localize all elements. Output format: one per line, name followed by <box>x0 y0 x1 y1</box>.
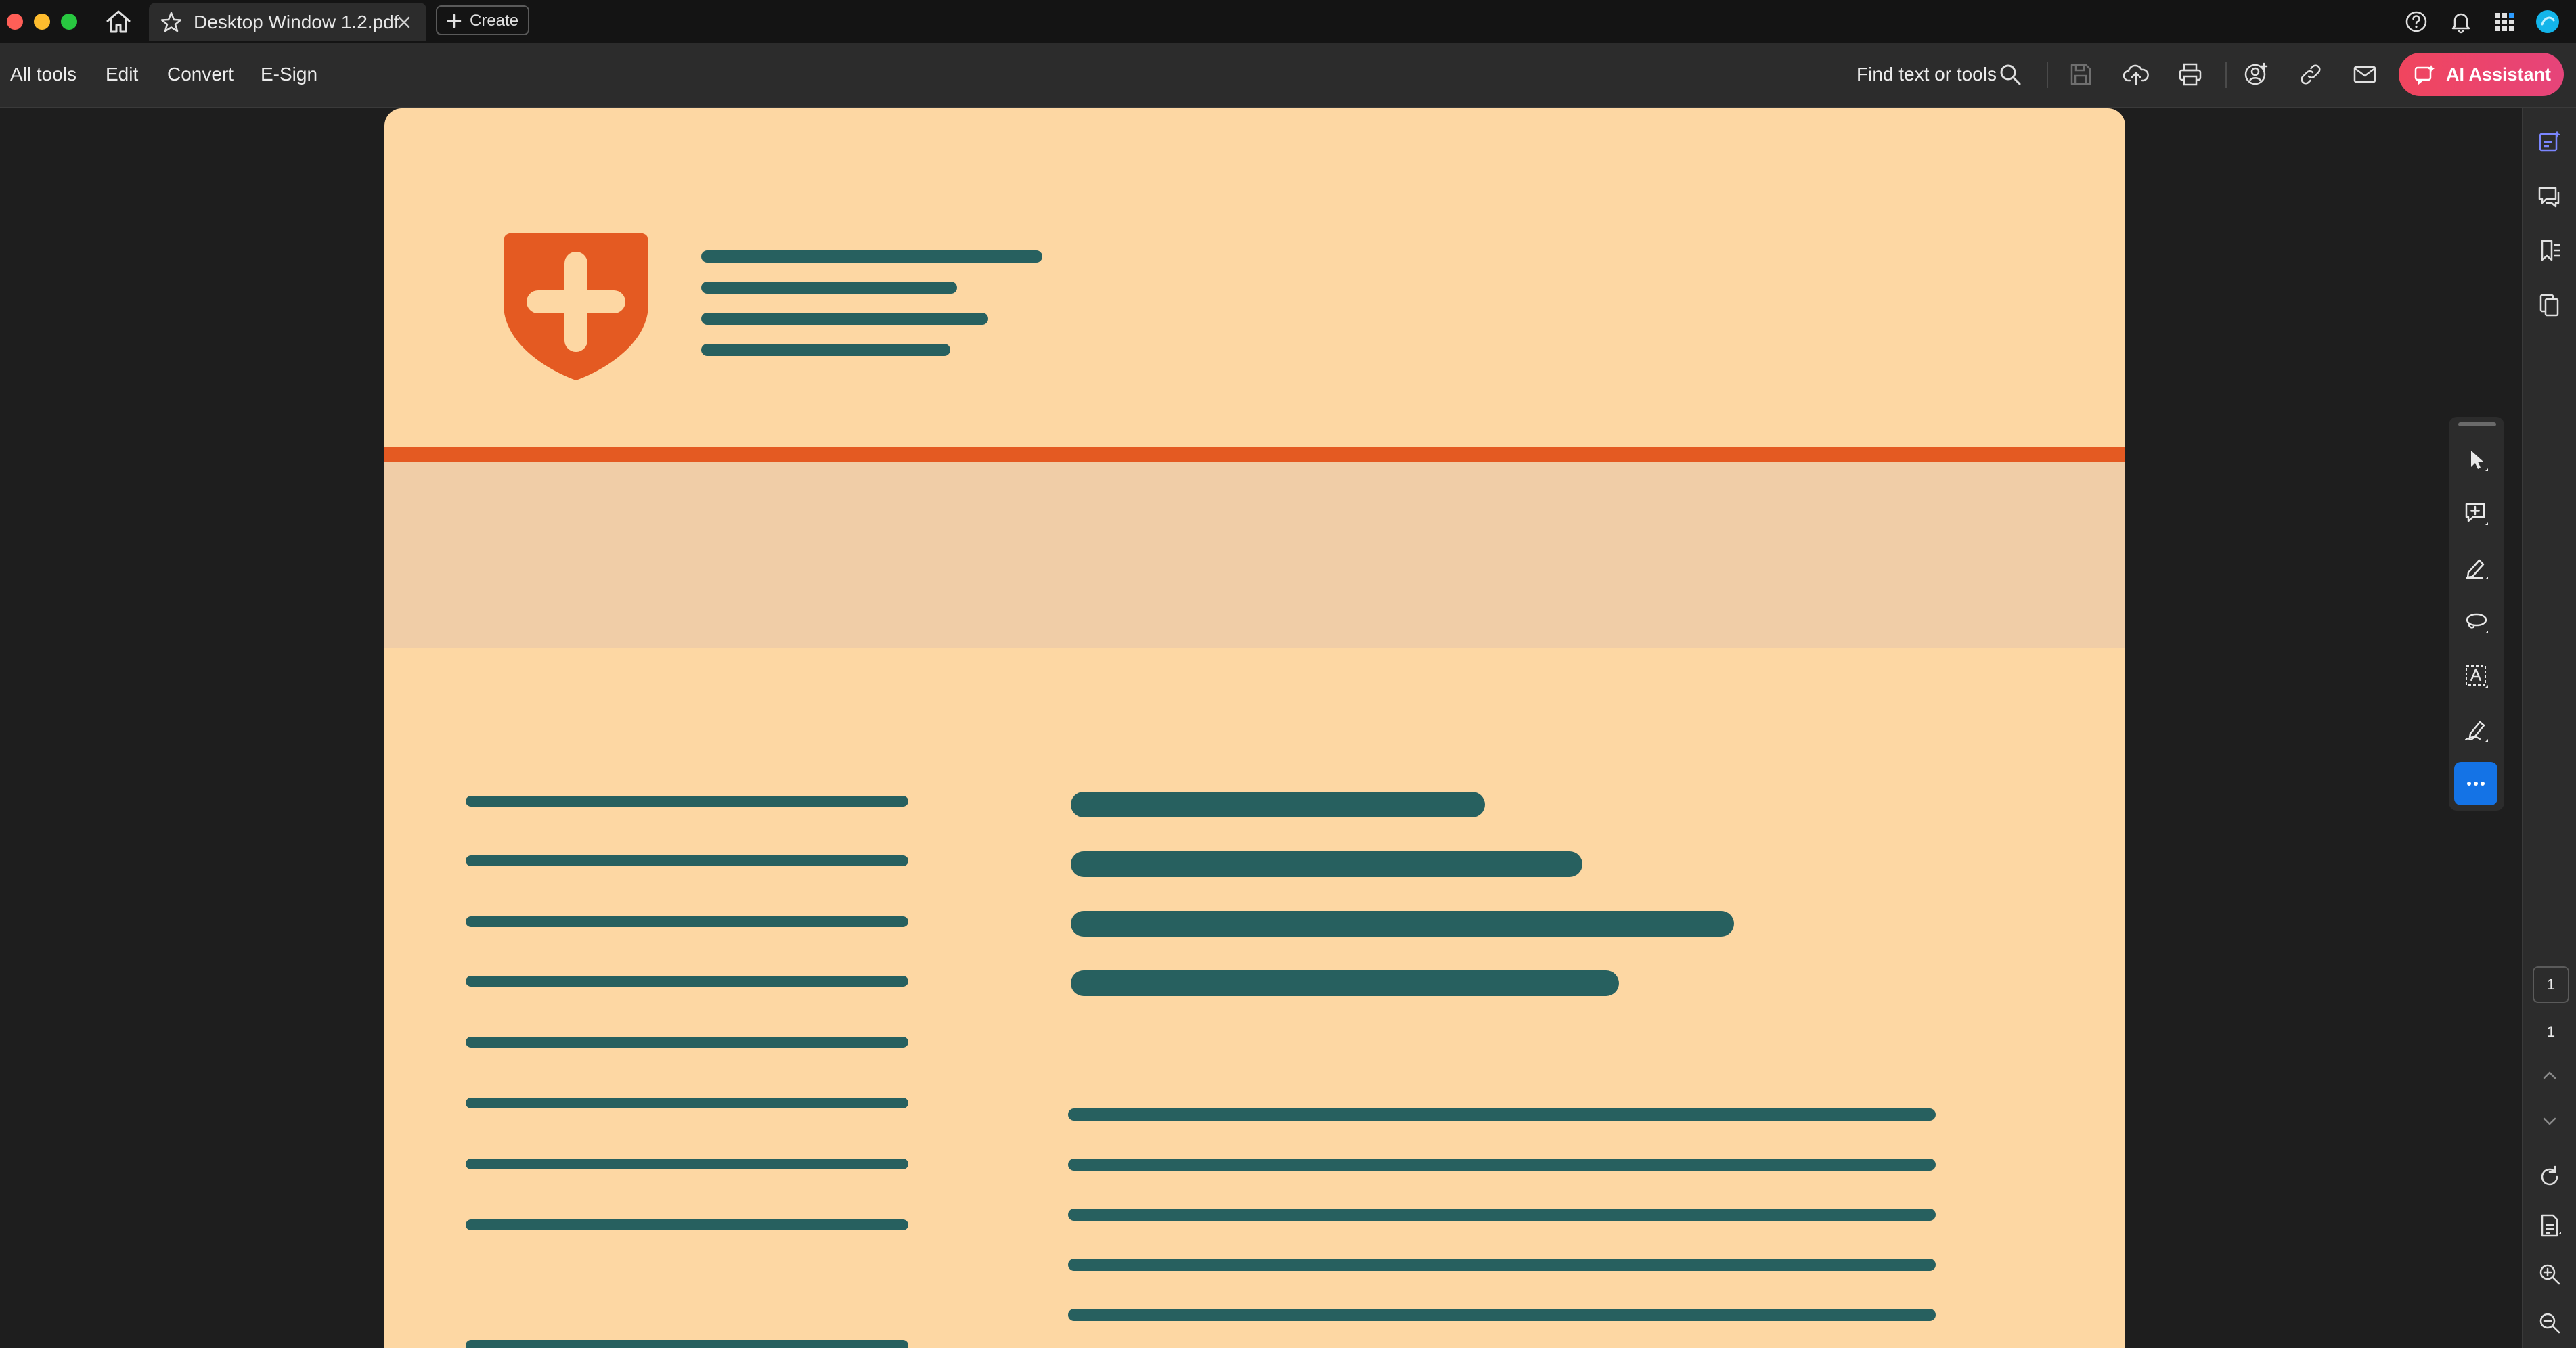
apps-grid-icon[interactable] <box>2492 9 2516 34</box>
highlight-pen-icon[interactable] <box>2462 554 2491 582</box>
menu-edit[interactable]: Edit <box>106 64 138 85</box>
right-column-heading-line <box>1071 851 1582 877</box>
document-tab[interactable]: Desktop Window 1.2.pdf <box>149 3 426 41</box>
left-column-line <box>466 976 908 987</box>
pdf-page[interactable] <box>384 108 2125 1348</box>
create-label: Create <box>470 12 519 30</box>
scroll-down-icon[interactable] <box>2537 1108 2562 1134</box>
account-avatar-icon[interactable] <box>2535 9 2560 34</box>
right-column-line <box>1068 1209 1936 1221</box>
bookmarks-icon[interactable] <box>2537 238 2562 264</box>
menu-e-sign[interactable]: E-Sign <box>261 64 317 85</box>
left-column-line <box>466 1037 908 1048</box>
right-column-line <box>1068 1309 1936 1321</box>
toolbar-separator <box>2047 62 2048 88</box>
share-user-icon[interactable] <box>2243 61 2270 88</box>
right-rail: 1 1 <box>2522 108 2576 1348</box>
right-column-line <box>1068 1159 1936 1171</box>
left-column-line <box>466 916 908 927</box>
right-column-heading-line <box>1071 792 1485 817</box>
window-zoom-button[interactable] <box>61 14 77 30</box>
zoom-in-icon[interactable] <box>2537 1261 2562 1287</box>
scroll-up-icon[interactable] <box>2537 1062 2562 1088</box>
left-column-line <box>466 1340 908 1348</box>
document-viewer[interactable] <box>0 108 2522 1348</box>
title-bar: Desktop Window 1.2.pdf Create <box>0 0 2576 43</box>
print-icon[interactable] <box>2177 61 2204 88</box>
mail-icon[interactable] <box>2351 61 2378 88</box>
select-cursor-icon[interactable] <box>2462 445 2491 474</box>
right-column-heading-line <box>1071 970 1619 996</box>
zoom-out-icon[interactable] <box>2537 1310 2562 1336</box>
toolbar-separator <box>2225 62 2227 88</box>
help-icon[interactable] <box>2404 9 2428 34</box>
sign-icon[interactable] <box>2462 716 2491 744</box>
window-close-button[interactable] <box>7 14 23 30</box>
save-icon <box>2067 61 2094 88</box>
add-comment-icon[interactable] <box>2462 499 2491 528</box>
close-icon[interactable] <box>394 12 414 32</box>
left-column-line <box>466 1219 908 1230</box>
home-icon[interactable] <box>103 7 134 37</box>
window-minimize-button[interactable] <box>34 14 50 30</box>
create-button[interactable]: Create <box>436 5 529 35</box>
search-icon[interactable] <box>1997 61 2024 88</box>
menu-convert[interactable]: Convert <box>167 64 234 85</box>
right-column-line <box>1068 1108 1936 1121</box>
comments-icon[interactable] <box>2537 184 2562 210</box>
rotate-icon[interactable] <box>2537 1164 2562 1190</box>
left-column-line <box>466 1098 908 1108</box>
quick-tools-panel <box>2449 417 2504 811</box>
medical-shield-logo <box>499 230 652 382</box>
ai-assistant-label: AI Assistant <box>2446 64 2552 85</box>
header-text-line <box>701 313 988 325</box>
right-column-heading-line <box>1071 911 1734 937</box>
right-column-line <box>1068 1259 1936 1271</box>
page-info-icon[interactable] <box>2537 1213 2562 1238</box>
content-band <box>384 462 2125 648</box>
left-column-line <box>466 1159 908 1169</box>
header-text-line <box>701 250 1042 263</box>
page-number-input[interactable]: 1 <box>2533 966 2569 1003</box>
bell-icon[interactable] <box>2449 9 2473 34</box>
orange-divider <box>384 447 2125 462</box>
main-toolbar: All tools Edit Convert E-Sign Find text … <box>0 43 2576 108</box>
find-text-or-tools[interactable]: Find text or tools <box>1857 64 1997 85</box>
tab-title: Desktop Window 1.2.pdf <box>194 12 399 32</box>
header-text-line <box>701 344 950 356</box>
ai-assistant-icon <box>2414 64 2435 85</box>
page-total: 1 <box>2546 1023 2556 1040</box>
text-select-icon[interactable] <box>2462 662 2491 690</box>
link-icon[interactable] <box>2297 61 2324 88</box>
lasso-icon[interactable] <box>2462 608 2491 636</box>
left-column-line <box>466 855 908 866</box>
upload-cloud-icon[interactable] <box>2123 61 2150 88</box>
plus-icon <box>447 14 462 28</box>
drag-handle[interactable] <box>2458 422 2496 426</box>
pages-icon[interactable] <box>2537 292 2562 318</box>
menu-all-tools[interactable]: All tools <box>10 64 76 85</box>
more-icon[interactable] <box>2454 762 2497 805</box>
ai-assistant-button[interactable]: AI Assistant <box>2399 53 2564 96</box>
left-column-line <box>466 796 908 807</box>
header-text-line <box>701 282 957 294</box>
edit-panel-icon[interactable] <box>2537 129 2562 154</box>
star-icon[interactable] <box>160 11 183 34</box>
